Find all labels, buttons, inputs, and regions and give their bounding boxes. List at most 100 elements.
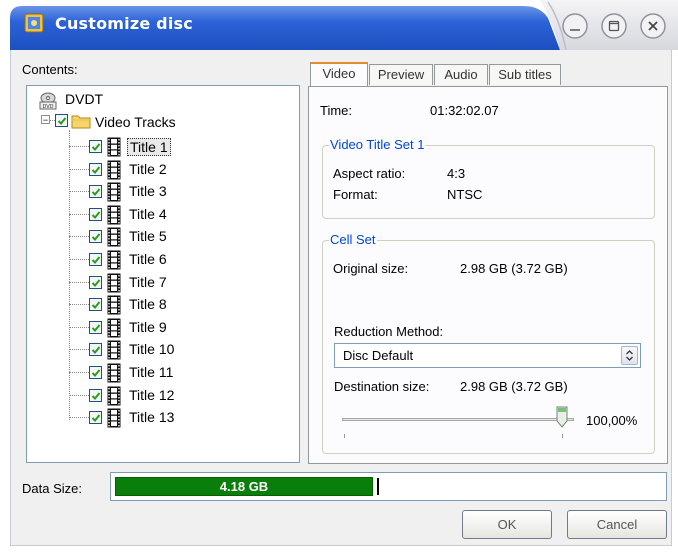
check-icon bbox=[91, 324, 101, 332]
tree-item-title[interactable]: Title 4 bbox=[27, 204, 287, 226]
film-strip-icon bbox=[107, 205, 121, 228]
video-tracks-checkbox[interactable] bbox=[55, 114, 68, 127]
film-strip-icon bbox=[107, 137, 121, 160]
format-label: Format: bbox=[333, 187, 378, 202]
check-icon bbox=[91, 256, 101, 264]
title-checkbox[interactable] bbox=[89, 185, 102, 199]
original-size-value: 2.98 GB (3.72 GB) bbox=[460, 261, 568, 276]
tree-item-title[interactable]: Title 6 bbox=[27, 249, 287, 271]
check-icon bbox=[91, 369, 101, 377]
title-label: Title 9 bbox=[129, 318, 167, 335]
tree-item-title[interactable]: Title 9 bbox=[27, 317, 287, 339]
time-label: Time: bbox=[320, 103, 353, 118]
dvd-drive-icon: DVD bbox=[39, 92, 57, 110]
tab-audio[interactable]: Audio bbox=[434, 64, 488, 85]
title-label: Title 5 bbox=[129, 228, 167, 245]
tree-item-title[interactable]: Title 10 bbox=[27, 339, 287, 361]
destination-size-value: 2.98 GB (3.72 GB) bbox=[460, 379, 568, 394]
aspect-ratio-value: 4:3 bbox=[447, 166, 466, 181]
original-size-label: Original size: bbox=[333, 261, 409, 276]
tree-connector bbox=[69, 394, 89, 396]
data-size-bar: 4.18 GB bbox=[110, 472, 667, 501]
reduction-method-select[interactable]: Disc Default bbox=[334, 343, 641, 368]
data-size-label: Data Size: bbox=[22, 481, 82, 496]
check-icon bbox=[91, 143, 101, 151]
check-icon bbox=[91, 301, 101, 310]
title-checkbox[interactable] bbox=[89, 388, 102, 402]
title-checkbox[interactable] bbox=[89, 320, 102, 334]
title-checkbox[interactable] bbox=[89, 275, 102, 289]
tree-item-title[interactable]: Title 12 bbox=[27, 385, 287, 407]
tree-connector bbox=[69, 146, 89, 147]
film-strip-icon bbox=[107, 250, 121, 273]
check-icon bbox=[91, 211, 101, 219]
tree-connector bbox=[69, 236, 89, 238]
title-label: Title 8 bbox=[129, 296, 167, 313]
title-checkbox[interactable] bbox=[89, 162, 102, 176]
title-label: Title 12 bbox=[129, 386, 175, 403]
title-label: Title 4 bbox=[129, 205, 167, 222]
slider-tick-min bbox=[344, 434, 345, 438]
reduction-slider-track[interactable] bbox=[342, 418, 574, 421]
title-label: Title 6 bbox=[129, 251, 167, 267]
reduction-method-label: Reduction Method: bbox=[334, 324, 444, 339]
film-strip-icon bbox=[107, 318, 121, 341]
data-size-value: 4.18 GB bbox=[219, 479, 269, 494]
tree-item-title[interactable]: Title 7 bbox=[27, 272, 287, 294]
tree-connector bbox=[69, 349, 89, 351]
check-icon bbox=[91, 233, 101, 242]
tab-video[interactable]: Video bbox=[310, 62, 368, 87]
restore-icon bbox=[601, 13, 627, 39]
tree-connector bbox=[69, 191, 89, 193]
tree-item-title[interactable]: Title 11 bbox=[27, 362, 287, 384]
title-checkbox[interactable] bbox=[89, 207, 102, 221]
title-checkbox[interactable] bbox=[89, 366, 102, 379]
cancel-button[interactable]: Cancel bbox=[567, 510, 667, 539]
title-bar[interactable]: Customize disc bbox=[0, 0, 678, 50]
customize-disc-window: Customize disc Contents: DVD DVDT − Vide… bbox=[0, 0, 678, 559]
tree-item-title[interactable]: Title 3 bbox=[27, 181, 287, 203]
tree-item-title[interactable]: Title 2 bbox=[27, 159, 287, 181]
contents-tree[interactable]: DVD DVDT − Video Tracks Title 1 Title 2 Ti… bbox=[26, 85, 300, 463]
dropdown-button[interactable] bbox=[621, 346, 638, 365]
tree-item-title[interactable]: Title 8 bbox=[27, 294, 287, 316]
tab-sub-titles[interactable]: Sub titles bbox=[489, 64, 561, 85]
close-icon bbox=[640, 13, 666, 39]
film-strip-icon bbox=[107, 182, 121, 205]
restore-button[interactable] bbox=[601, 13, 627, 39]
ok-button[interactable]: OK bbox=[462, 510, 552, 539]
format-value: NTSC bbox=[447, 187, 483, 202]
app-icon bbox=[24, 13, 44, 33]
folder-icon bbox=[71, 115, 91, 129]
tree-connector bbox=[69, 259, 89, 260]
title-checkbox[interactable] bbox=[89, 140, 102, 153]
close-button[interactable] bbox=[640, 13, 666, 39]
time-value: 01:32:02.07 bbox=[430, 103, 499, 118]
video-title-set-title: Video Title Set 1 bbox=[329, 137, 426, 152]
contents-label: Contents: bbox=[22, 62, 78, 77]
title-checkbox[interactable] bbox=[89, 298, 102, 312]
slider-tick-max bbox=[562, 434, 563, 438]
title-checkbox[interactable] bbox=[89, 253, 102, 266]
tree-item-title[interactable]: Title 5 bbox=[27, 226, 287, 248]
reduction-slider-thumb[interactable] bbox=[556, 406, 568, 428]
tab-preview[interactable]: Preview bbox=[369, 64, 433, 85]
collapse-toggle[interactable]: − bbox=[41, 115, 50, 125]
title-checkbox[interactable] bbox=[89, 230, 102, 244]
window-title: Customize disc bbox=[55, 14, 193, 33]
title-label: Title 10 bbox=[129, 341, 175, 358]
tree-item-title[interactable]: Title 1 bbox=[27, 136, 287, 158]
check-icon bbox=[91, 414, 101, 423]
title-checkbox[interactable] bbox=[89, 411, 102, 425]
tree-root-label: DVDT bbox=[65, 91, 104, 107]
film-strip-icon bbox=[107, 273, 121, 296]
film-strip-icon bbox=[107, 363, 121, 386]
slider-thumb-icon bbox=[556, 406, 568, 428]
tree-connector bbox=[69, 372, 89, 373]
title-label: Title 11 bbox=[129, 364, 174, 380]
title-checkbox[interactable] bbox=[89, 343, 102, 357]
tree-connector bbox=[69, 326, 89, 328]
svg-text:DVD: DVD bbox=[42, 104, 53, 110]
minimize-button[interactable] bbox=[562, 13, 588, 39]
tree-item-title[interactable]: Title 13 bbox=[27, 407, 287, 429]
